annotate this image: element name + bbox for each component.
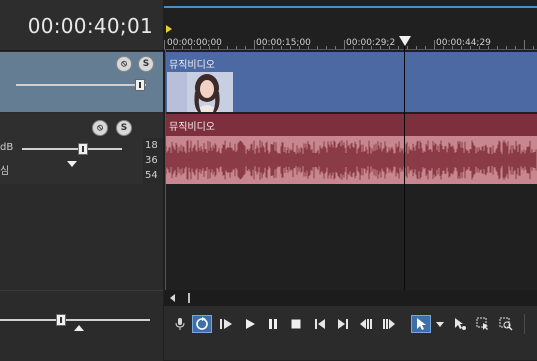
mic-icon[interactable] <box>170 315 190 333</box>
play-from-start-icon[interactable] <box>216 315 236 333</box>
volume-slider-knob[interactable] <box>78 143 88 155</box>
chevron-down-icon[interactable] <box>436 322 444 327</box>
master-controls <box>0 290 163 361</box>
scroll-thumb[interactable] <box>188 293 190 303</box>
go-start-icon[interactable] <box>310 315 330 333</box>
mute-track-icon[interactable]: ⦸ <box>92 120 108 136</box>
video-thumbnail[interactable] <box>167 72 233 112</box>
toolbar-divider <box>524 314 525 334</box>
composite-level-slider-knob[interactable] <box>135 79 145 91</box>
pause-icon[interactable] <box>263 315 283 333</box>
stop-icon[interactable] <box>286 315 306 333</box>
mute-track-icon[interactable]: ⦸ <box>116 56 132 72</box>
video-clip-title: 뮤직비디오 <box>169 60 215 71</box>
volume-label: dB <box>0 142 14 153</box>
current-timecode: 00:00:40;01 <box>27 14 153 38</box>
composite-level-slider-track[interactable] <box>16 84 146 86</box>
pan-center-marker-icon[interactable] <box>67 161 77 167</box>
solo-track-icon[interactable]: S <box>116 120 132 136</box>
audio-waveform <box>164 136 537 184</box>
start-position-line <box>165 50 166 290</box>
normal-edit-tool-icon[interactable] <box>411 315 431 333</box>
thumbnail-image <box>167 72 233 112</box>
transport-bar <box>164 306 537 360</box>
play-icon[interactable] <box>240 315 260 333</box>
audio-track[interactable]: 뮤직비디오 <box>164 114 537 184</box>
go-end-icon[interactable] <box>333 315 353 333</box>
master-slider-knob[interactable] <box>56 314 66 326</box>
loop-icon[interactable] <box>192 315 212 333</box>
start-marker-icon[interactable] <box>166 25 172 33</box>
audio-clip-title: 뮤직비디오 <box>169 122 215 133</box>
zoom-tool-icon[interactable] <box>496 315 516 333</box>
audio-meter-scale: 18 36 54 <box>143 138 163 184</box>
envelope-tool-icon[interactable] <box>450 315 470 333</box>
ruler-baseline <box>164 49 537 50</box>
volume-slider-track[interactable] <box>22 148 122 150</box>
video-track[interactable]: 뮤직비디오 <box>165 52 537 112</box>
pan-label: 심 <box>0 166 10 177</box>
solo-track-icon[interactable]: S <box>138 56 154 72</box>
video-track-header[interactable]: ⦸ S <box>0 52 163 112</box>
next-frame-icon[interactable] <box>379 315 399 333</box>
playhead-line[interactable] <box>404 36 405 290</box>
db-label: 36 <box>145 155 158 166</box>
audio-waveform-graphic <box>164 140 537 180</box>
db-label: 54 <box>145 170 158 181</box>
loop-region-bar[interactable] <box>164 6 537 8</box>
audio-track-header[interactable]: ⦸ S dB 심 <box>0 114 163 184</box>
selection-tool-icon[interactable] <box>473 315 493 333</box>
horizontal-scrollbar[interactable] <box>164 290 537 306</box>
master-slider-track[interactable] <box>0 319 150 321</box>
db-label: 18 <box>145 140 158 151</box>
prev-frame-icon[interactable] <box>356 315 376 333</box>
scroll-left-icon[interactable] <box>170 294 175 302</box>
pan-center-marker-icon[interactable] <box>74 325 84 331</box>
playhead-handle-icon[interactable] <box>399 36 411 46</box>
timecode-display: 00:00:40;01 <box>0 0 163 51</box>
